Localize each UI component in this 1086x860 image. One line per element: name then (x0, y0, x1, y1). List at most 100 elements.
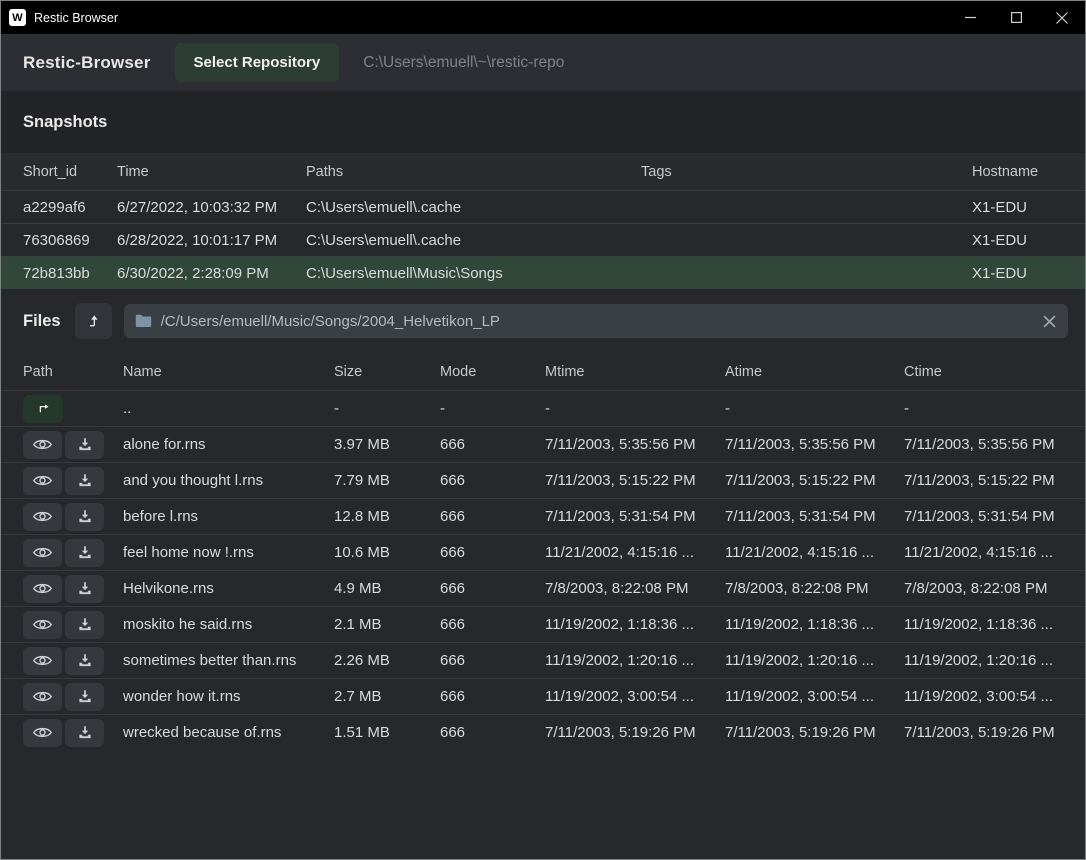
snapshot-hostname: X1-EDU (972, 232, 1068, 249)
file-mode: 666 (440, 508, 545, 525)
file-mtime: - (545, 400, 725, 417)
file-name: .. (123, 400, 334, 417)
preview-file-button[interactable] (23, 575, 62, 603)
column-mode: Mode (440, 364, 545, 380)
window-controls (947, 1, 1085, 34)
snapshot-row-selected[interactable]: 72b813bb 6/30/2022, 2:28:09 PM C:\Users\… (1, 256, 1085, 289)
file-atime: 11/19/2002, 3:00:54 ... (725, 688, 904, 705)
file-mode: 666 (440, 688, 545, 705)
file-row: moskito he said.rns 2.1 MB 666 11/19/200… (1, 606, 1085, 642)
eye-icon (33, 581, 52, 596)
maximize-button[interactable] (993, 1, 1039, 34)
current-path-input[interactable]: /C/Users/emuell/Music/Songs/2004_Helveti… (124, 304, 1068, 338)
preview-file-button[interactable] (23, 611, 62, 639)
download-icon (77, 437, 93, 452)
file-mtime: 11/19/2002, 3:00:54 ... (545, 688, 725, 705)
preview-file-button[interactable] (23, 503, 62, 531)
preview-file-button[interactable] (23, 719, 62, 747)
file-atime: 11/21/2002, 4:15:16 ... (725, 544, 904, 561)
download-file-button[interactable] (65, 539, 104, 567)
file-mtime: 7/11/2003, 5:31:54 PM (545, 508, 725, 525)
snapshots-table-header: Short_id Time Paths Tags Hostname (1, 153, 1085, 190)
clear-path-button[interactable] (1041, 313, 1058, 330)
snapshot-row[interactable]: 76306869 6/28/2022, 10:01:17 PM C:\Users… (1, 223, 1085, 256)
preview-file-button[interactable] (23, 467, 62, 495)
file-ctime: 7/11/2003, 5:19:26 PM (904, 724, 1068, 741)
file-row: sometimes better than.rns 2.26 MB 666 11… (1, 642, 1085, 678)
minimize-button[interactable] (947, 1, 993, 34)
file-mode: 666 (440, 472, 545, 489)
column-atime: Atime (725, 364, 904, 380)
download-icon (77, 689, 93, 704)
files-empty-area (1, 750, 1085, 859)
close-icon (1056, 12, 1068, 24)
snapshot-hostname: X1-EDU (972, 199, 1068, 216)
file-mode: - (440, 400, 545, 417)
eye-icon (33, 617, 52, 632)
eye-icon (33, 545, 52, 560)
file-atime: 7/11/2003, 5:15:22 PM (725, 472, 904, 489)
file-row: wrecked because of.rns 1.51 MB 666 7/11/… (1, 714, 1085, 750)
file-mtime: 11/19/2002, 1:20:16 ... (545, 652, 725, 669)
open-parent-directory-button[interactable] (23, 395, 63, 423)
snapshot-time: 6/27/2022, 10:03:32 PM (117, 199, 306, 216)
file-name: alone for.rns (123, 436, 334, 453)
parent-directory-row: .. - - - - - (1, 390, 1085, 426)
snapshot-row[interactable]: a2299af6 6/27/2022, 10:03:32 PM C:\Users… (1, 190, 1085, 223)
column-path: Path (23, 364, 123, 380)
file-ctime: 11/19/2002, 1:20:16 ... (904, 652, 1068, 669)
download-file-button[interactable] (65, 467, 104, 495)
close-button[interactable] (1039, 1, 1085, 34)
download-file-button[interactable] (65, 611, 104, 639)
eye-icon (33, 509, 52, 524)
file-atime: - (725, 400, 904, 417)
select-repository-button[interactable]: Select Repository (175, 43, 340, 82)
file-name: feel home now !.rns (123, 544, 334, 561)
current-path-text: /C/Users/emuell/Music/Songs/2004_Helveti… (161, 313, 1032, 330)
file-size: 3.97 MB (334, 436, 440, 453)
eye-icon (33, 653, 52, 668)
eye-icon (33, 725, 52, 740)
eye-icon (33, 689, 52, 704)
repository-path: C:\Users\emuell\~\restic-repo (363, 54, 564, 72)
file-atime: 7/11/2003, 5:19:26 PM (725, 724, 904, 741)
column-hostname: Hostname (972, 164, 1068, 180)
download-icon (77, 473, 93, 488)
file-size: 2.26 MB (334, 652, 440, 669)
download-file-button[interactable] (65, 647, 104, 675)
file-mode: 666 (440, 616, 545, 633)
download-file-button[interactable] (65, 719, 104, 747)
preview-file-button[interactable] (23, 683, 62, 711)
snapshot-time: 6/30/2022, 2:28:09 PM (117, 265, 306, 282)
file-atime: 7/11/2003, 5:31:54 PM (725, 508, 904, 525)
download-icon (77, 509, 93, 524)
preview-file-button[interactable] (23, 539, 62, 567)
snapshot-short-id: 76306869 (23, 232, 117, 249)
column-paths: Paths (306, 164, 641, 180)
download-file-button[interactable] (65, 503, 104, 531)
file-size: - (334, 400, 440, 417)
download-file-button[interactable] (65, 431, 104, 459)
files-title: Files (23, 312, 61, 331)
file-mtime: 7/8/2003, 8:22:08 PM (545, 580, 725, 597)
preview-file-button[interactable] (23, 431, 62, 459)
file-ctime: 11/19/2002, 1:18:36 ... (904, 616, 1068, 633)
download-icon (77, 581, 93, 596)
clear-icon (1043, 315, 1056, 328)
file-row: and you thought l.rns 7.79 MB 666 7/11/2… (1, 462, 1085, 498)
file-ctime: 7/11/2003, 5:35:56 PM (904, 436, 1068, 453)
download-file-button[interactable] (65, 683, 104, 711)
download-file-button[interactable] (65, 575, 104, 603)
goto-root-button[interactable] (75, 303, 112, 339)
wails-app-icon: W (9, 9, 26, 26)
file-mtime: 11/19/2002, 1:18:36 ... (545, 616, 725, 633)
restic-browser-window: W Restic Browser Restic-Browser Select R… (0, 0, 1086, 860)
snapshot-short-id: 72b813bb (23, 265, 117, 282)
preview-file-button[interactable] (23, 647, 62, 675)
snapshot-hostname: X1-EDU (972, 265, 1068, 282)
file-ctime: 7/11/2003, 5:15:22 PM (904, 472, 1068, 489)
file-atime: 11/19/2002, 1:18:36 ... (725, 616, 904, 633)
file-mode: 666 (440, 652, 545, 669)
file-mode: 666 (440, 544, 545, 561)
column-tags: Tags (641, 164, 972, 180)
